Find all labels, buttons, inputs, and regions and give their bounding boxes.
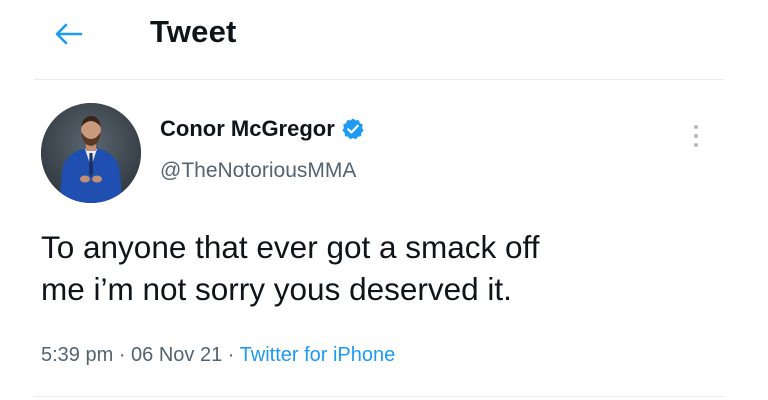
meta-divider bbox=[34, 396, 724, 397]
tweet-header: Tweet bbox=[0, 0, 768, 78]
arrow-left-icon bbox=[55, 23, 83, 45]
tweet-text: To anyone that ever got a smack off me i… bbox=[41, 226, 721, 310]
verified-badge-icon bbox=[341, 117, 365, 141]
tweet-meta: 5:39 pm · 06 Nov 21 · Twitter for iPhone bbox=[41, 344, 395, 367]
meta-separator: · bbox=[113, 344, 132, 366]
more-options-button[interactable] bbox=[684, 118, 708, 154]
meta-separator: · bbox=[222, 344, 240, 366]
more-dot-icon bbox=[694, 143, 698, 147]
page-title: Tweet bbox=[150, 14, 237, 49]
more-dot-icon bbox=[694, 125, 698, 129]
author-name-row[interactable]: Conor McGregor bbox=[160, 116, 365, 142]
author-name[interactable]: Conor McGregor bbox=[160, 116, 335, 142]
tweet-text-line: To anyone that ever got a smack off bbox=[41, 229, 540, 265]
avatar[interactable] bbox=[41, 103, 141, 203]
header-divider bbox=[34, 79, 724, 80]
avatar-image bbox=[41, 103, 141, 203]
tweet-text-line: me i’m not sorry yous deserved it. bbox=[41, 271, 512, 307]
tweet-source-link[interactable]: Twitter for iPhone bbox=[240, 344, 396, 366]
author-handle[interactable]: @TheNotoriousMMA bbox=[160, 159, 356, 183]
tweet-time[interactable]: 5:39 pm bbox=[41, 344, 113, 366]
more-dot-icon bbox=[694, 134, 698, 138]
tweet-date[interactable]: 06 Nov 21 bbox=[131, 344, 222, 366]
back-button[interactable] bbox=[48, 18, 88, 50]
